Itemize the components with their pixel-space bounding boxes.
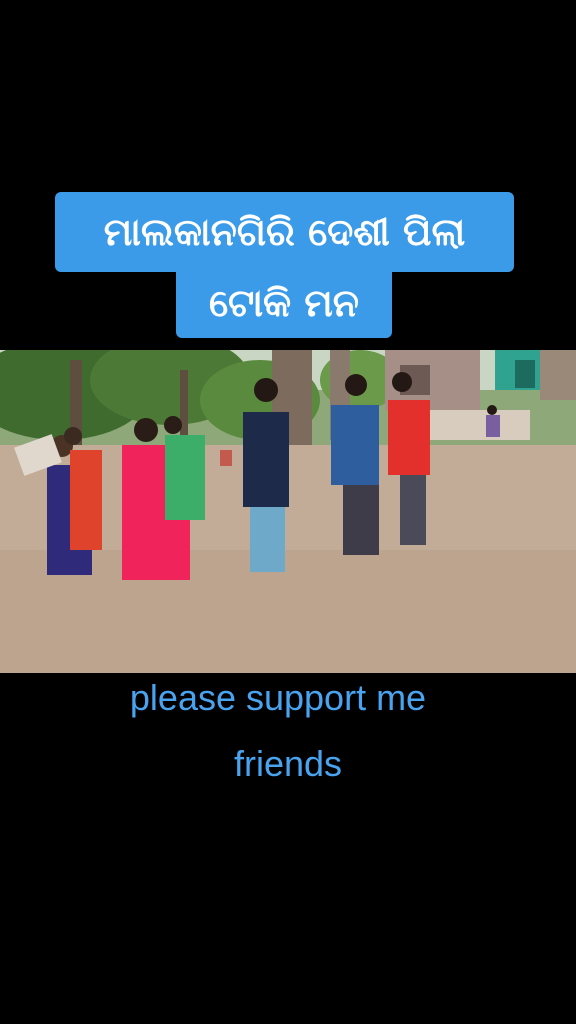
support-message-line-2: friends <box>233 743 343 784</box>
video-frame[interactable] <box>0 350 576 673</box>
overlay-caption-line-2: ଟୋକି ମନ <box>176 268 392 338</box>
overlay-caption-line-1: ମାଲକାନଗିରି ଦେଶୀ ପିଲା <box>55 192 514 272</box>
support-message-line-1: please support me <box>129 677 427 718</box>
video-scene <box>0 350 576 673</box>
